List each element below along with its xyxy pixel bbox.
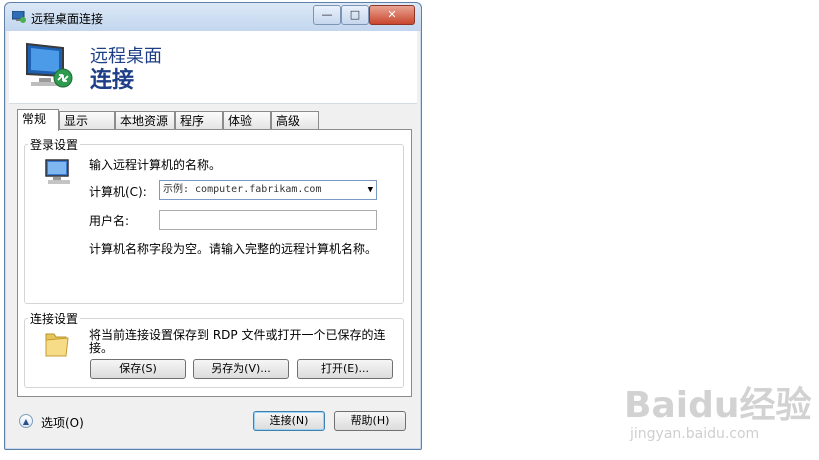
maximize-button[interactable]: □ xyxy=(341,5,369,25)
connection-description-line1: 将当前连接设置保存到 RDP 文件或打开一个已保存的连 xyxy=(89,328,386,342)
watermark-url: jingyan.baidu.com xyxy=(630,426,760,442)
tab-display[interactable]: 显示 xyxy=(59,111,115,129)
computer-icon xyxy=(45,159,70,184)
computer-label: 计算机(C): xyxy=(89,185,147,199)
window-title: 远程桌面连接 xyxy=(31,12,104,26)
folder-icon xyxy=(45,333,69,357)
remote-desktop-window: 远程桌面连接 — □ ✕ 远程桌面 连接 常规 显示 本地资源 程序 体验 高级… xyxy=(4,2,422,450)
computer-placeholder: 示例: computer.fabrikam.com xyxy=(163,184,322,195)
close-button[interactable]: ✕ xyxy=(369,5,415,25)
tab-experience[interactable]: 体验 xyxy=(223,111,271,129)
empty-computer-notice: 计算机名称字段为空。请输入完整的远程计算机名称。 xyxy=(89,242,378,256)
chevron-up-icon[interactable]: ▲ xyxy=(19,414,33,428)
options-label[interactable]: 选项(O) xyxy=(41,414,84,431)
watermark-logo: Baidu经验 xyxy=(624,385,812,426)
save-as-button[interactable]: 另存为(V)... xyxy=(193,359,289,379)
computer-combobox[interactable]: 示例: computer.fabrikam.com ▼ xyxy=(159,180,377,200)
banner-title-line2: 连接 xyxy=(90,68,135,93)
tab-general[interactable]: 常规 xyxy=(17,109,59,131)
username-label: 用户名: xyxy=(89,214,130,228)
title-bar[interactable]: 远程桌面连接 — □ ✕ xyxy=(5,3,421,31)
header-banner: 远程桌面 连接 xyxy=(9,31,417,104)
help-button[interactable]: 帮助(H) xyxy=(334,411,406,431)
login-settings-label: 登录设置 xyxy=(28,136,81,153)
connection-description-line2: 接。 xyxy=(89,341,114,355)
connect-button[interactable]: 连接(N) xyxy=(253,411,325,431)
open-button[interactable]: 打开(E)... xyxy=(297,359,393,379)
general-tab-panel: 登录设置 输入远程计算机的名称。 计算机(C): 示例: computer.fa… xyxy=(17,129,412,397)
username-input[interactable] xyxy=(159,210,377,230)
monitor-icon xyxy=(26,42,73,88)
save-button[interactable]: 保存(S) xyxy=(90,359,186,379)
rdp-app-icon xyxy=(12,11,26,23)
minimize-button[interactable]: — xyxy=(313,5,341,25)
tab-programs[interactable]: 程序 xyxy=(175,111,223,129)
dropdown-arrow-icon[interactable]: ▼ xyxy=(368,181,373,199)
computer-name-prompt: 输入远程计算机的名称。 xyxy=(89,158,222,172)
tab-advanced[interactable]: 高级 xyxy=(271,111,319,129)
connection-settings-label: 连接设置 xyxy=(28,310,81,327)
tab-local-resources[interactable]: 本地资源 xyxy=(115,111,175,129)
